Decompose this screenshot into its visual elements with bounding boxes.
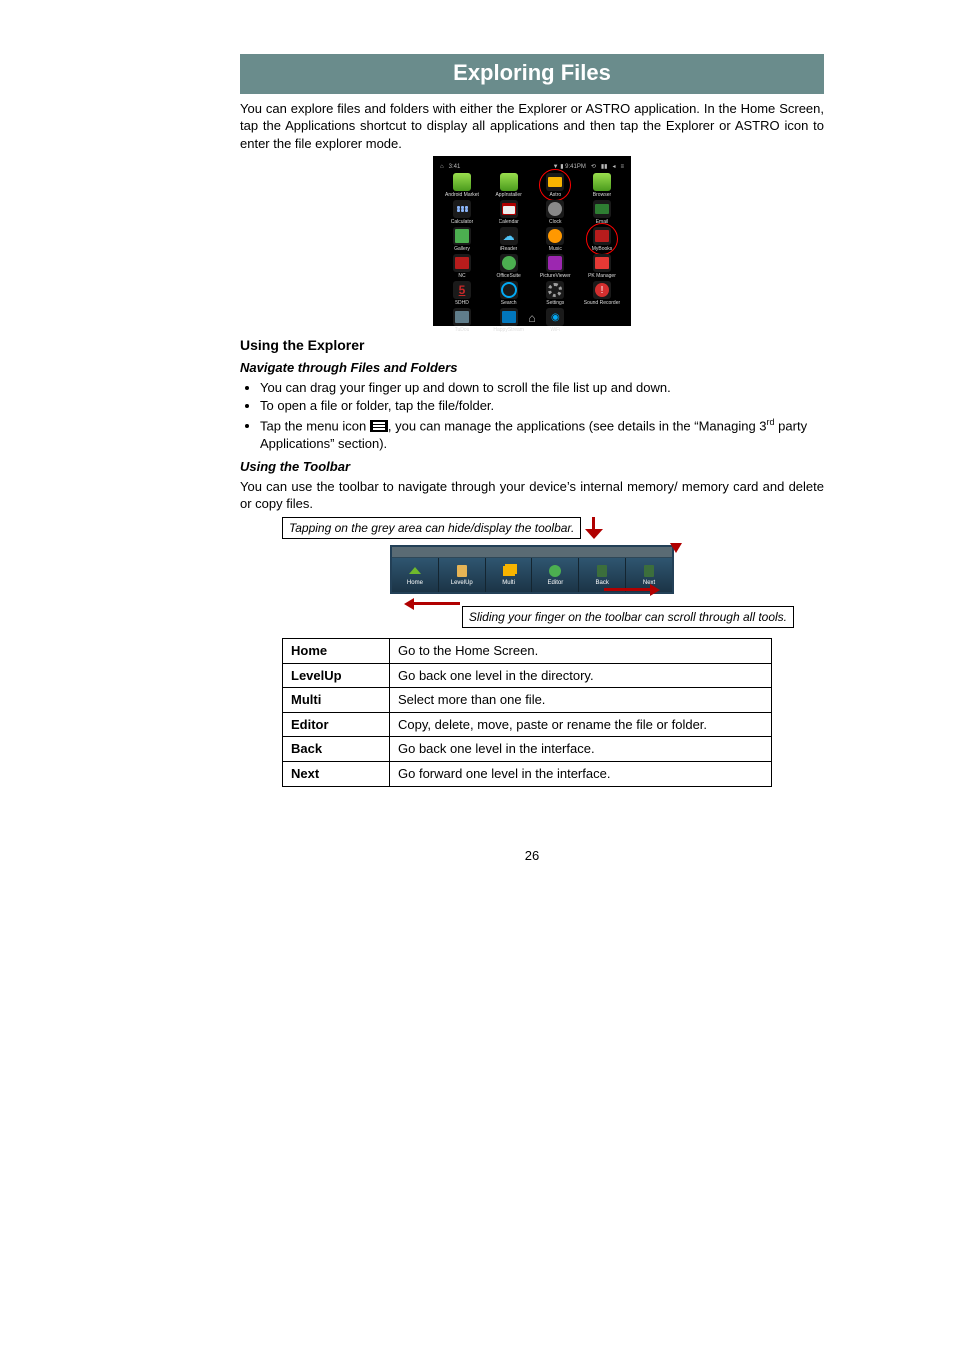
arrow-down-icon bbox=[670, 543, 682, 553]
callout-hide-toolbar: Tapping on the grey area can hide/displa… bbox=[282, 517, 581, 539]
toolbar-paragraph: You can use the toolbar to navigate thro… bbox=[240, 478, 824, 513]
table-row: MultiSelect more than one file. bbox=[283, 688, 772, 713]
email-icon bbox=[593, 200, 611, 218]
gallery-icon bbox=[453, 227, 471, 245]
table-row: HomeGo to the Home Screen. bbox=[283, 639, 772, 664]
clock-icon bbox=[546, 200, 564, 218]
app-icon bbox=[500, 308, 518, 326]
cloud-icon: ☁ bbox=[500, 227, 518, 245]
annotation-circle bbox=[586, 223, 618, 255]
arrow-right-icon bbox=[270, 582, 794, 596]
calculator-icon bbox=[453, 200, 471, 218]
section-heading-using-explorer: Using the Explorer bbox=[240, 336, 824, 355]
wifi-icon: ◉ bbox=[546, 308, 564, 326]
puzzle-icon bbox=[546, 254, 564, 272]
android-icon bbox=[500, 173, 518, 191]
menu-icon bbox=[370, 420, 388, 432]
app-icon: 5 bbox=[453, 281, 471, 299]
app-grid-screenshot: ⌂ 3:41 ▼ ▮ 9:41PM ⟲ ▮▮ ◂ ≡ Android Marke… bbox=[433, 156, 631, 326]
table-row: LevelUpGo back one level in the director… bbox=[283, 663, 772, 688]
home-icon: ⌂ 3:41 bbox=[440, 163, 460, 171]
list-item: Tap the menu icon , you can manage the a… bbox=[260, 416, 824, 452]
list-item: You can drag your finger up and down to … bbox=[260, 379, 824, 397]
subsection-using-toolbar: Using the Toolbar bbox=[240, 458, 824, 476]
home-button-icon: ⌂ bbox=[524, 310, 540, 322]
info-icon: ! bbox=[593, 281, 611, 299]
search-icon bbox=[500, 281, 518, 299]
music-icon bbox=[546, 227, 564, 245]
app-icon bbox=[453, 308, 471, 326]
globe-icon bbox=[500, 254, 518, 272]
toolbar-definition-table: HomeGo to the Home Screen. LevelUpGo bac… bbox=[282, 638, 772, 786]
table-row: NextGo forward one level in the interfac… bbox=[283, 762, 772, 787]
calendar-icon bbox=[500, 200, 518, 218]
page-number: 26 bbox=[240, 847, 824, 865]
device-status-bar: ⌂ 3:41 ▼ ▮ 9:41PM ⟲ ▮▮ ◂ ≡ bbox=[440, 163, 624, 171]
share-icon bbox=[593, 254, 611, 272]
bullet-list: You can drag your finger up and down to … bbox=[240, 379, 824, 453]
annotation-circle bbox=[539, 169, 571, 201]
arrow-down-icon bbox=[585, 517, 603, 539]
table-row: EditorCopy, delete, move, paste or renam… bbox=[283, 712, 772, 737]
list-item: To open a file or folder, tap the file/f… bbox=[260, 397, 824, 415]
table-row: BackGo back one level in the interface. bbox=[283, 737, 772, 762]
books-icon bbox=[453, 254, 471, 272]
subsection-navigate: Navigate through Files and Folders bbox=[240, 359, 824, 377]
settings-icon bbox=[546, 281, 564, 299]
page-title-bar: Exploring Files bbox=[240, 54, 824, 94]
intro-paragraph: You can explore files and folders with e… bbox=[240, 100, 824, 153]
arrow-left-icon bbox=[270, 596, 794, 610]
android-icon bbox=[593, 173, 611, 191]
android-icon bbox=[453, 173, 471, 191]
